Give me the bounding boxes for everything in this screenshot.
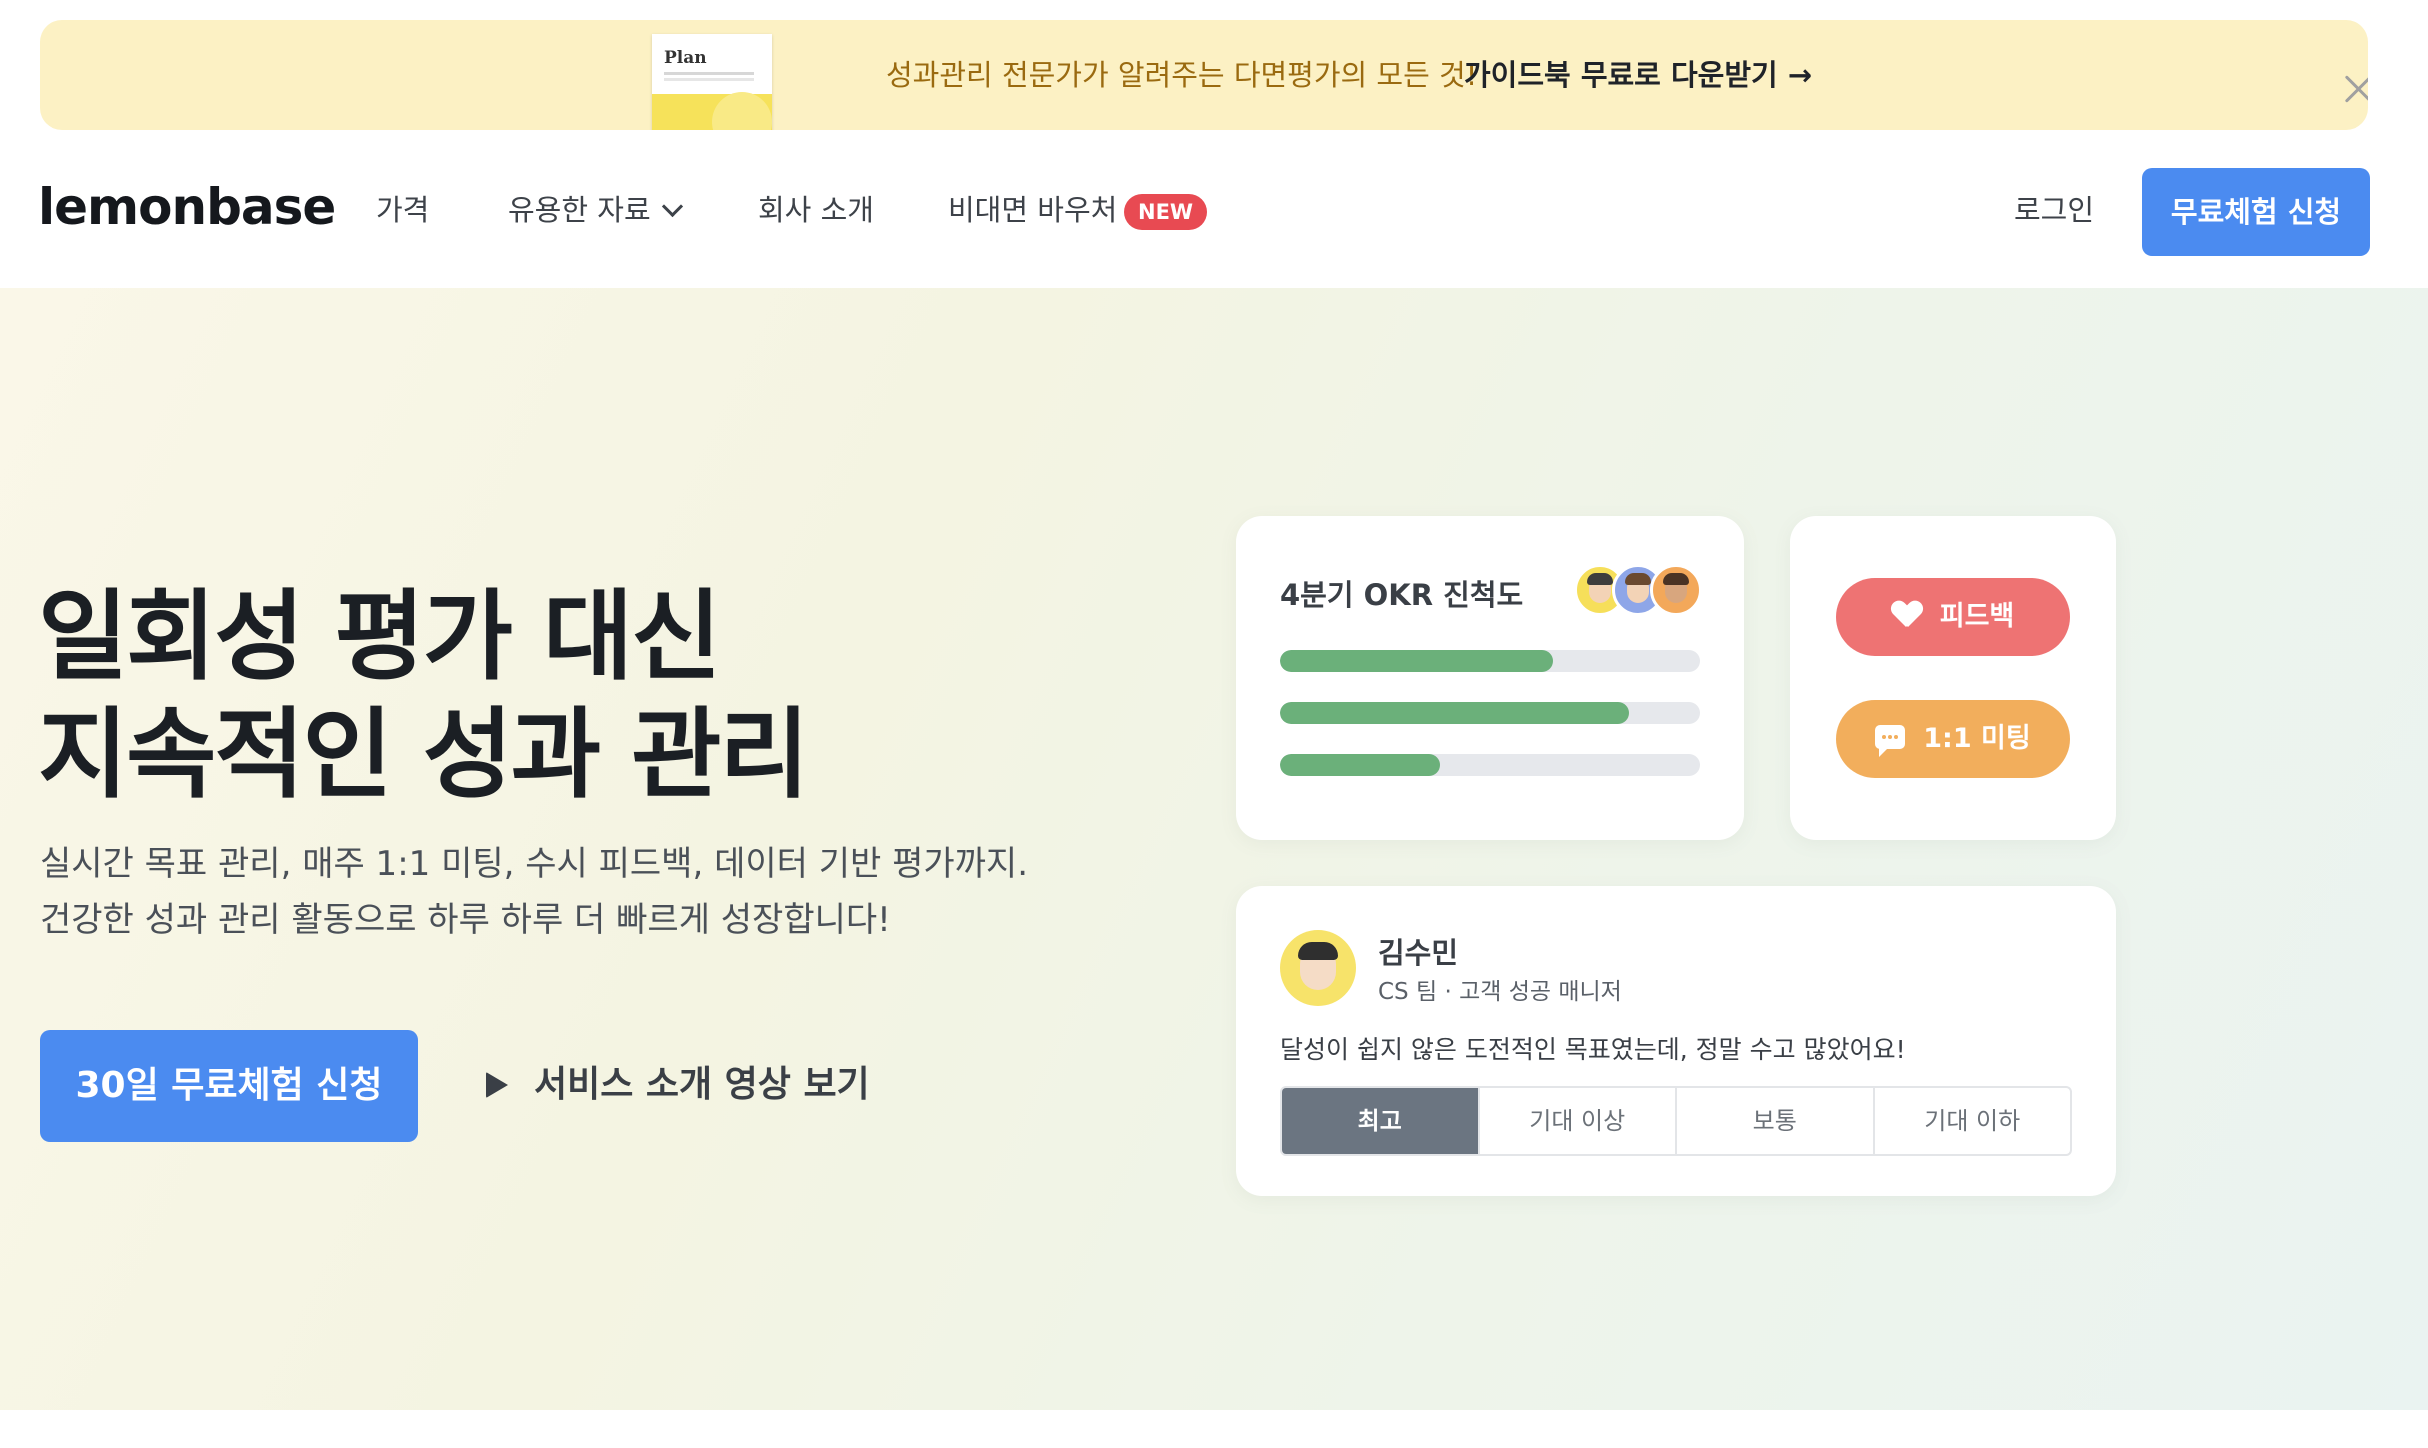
avatar-hair xyxy=(1298,942,1338,960)
video-link[interactable]: 서비스 소개 영상 보기 xyxy=(486,1060,870,1110)
nav-item-label: 회사 소개 xyxy=(758,193,874,227)
avatar xyxy=(1650,564,1702,616)
rating-option[interactable]: 기대 이하 xyxy=(1872,1088,2071,1154)
nav-item-about[interactable]: 회사 소개 xyxy=(758,190,874,230)
hero-subtitle: 실시간 목표 관리, 매주 1:1 미팅, 수시 피드백, 데이터 기반 평가까… xyxy=(40,836,1028,948)
heart-icon xyxy=(1892,601,1922,629)
free-trial-button[interactable]: 무료체험 신청 xyxy=(2142,168,2370,256)
okr-progress-fill xyxy=(1280,754,1440,776)
one-on-one-meeting-button[interactable]: 1:1 미팅 xyxy=(1836,700,2070,778)
nav-item-label: 유용한 자료 xyxy=(508,193,651,227)
hero-trial-button[interactable]: 30일 무료체험 신청 xyxy=(40,1030,418,1142)
guidebook-text-lines xyxy=(664,72,754,75)
banner-cta-link[interactable]: 가이드북 무료로 다운받기 → xyxy=(1464,56,1812,94)
promo-banner[interactable]: Plan 성과관리 전문가가 알려주는 다면평가의 모든 것! 가이드북 무료로… xyxy=(40,20,2368,130)
guidebook-thumbnail: Plan xyxy=(652,34,772,130)
okr-progress-bar xyxy=(1280,754,1700,776)
hero-title-line1: 일회성 평가 대신 xyxy=(38,580,721,694)
guidebook-title: Plan xyxy=(664,48,707,68)
chevron-down-icon xyxy=(661,195,683,218)
hero-section: 일회성 평가 대신 지속적인 성과 관리 실시간 목표 관리, 매주 1:1 미… xyxy=(0,288,2428,1410)
avatar-hair xyxy=(1625,573,1651,585)
hero-subtitle-line1: 실시간 목표 관리, 매주 1:1 미팅, 수시 피드백, 데이터 기반 평가까… xyxy=(40,844,1029,884)
rating-option[interactable]: 보통 xyxy=(1675,1088,1873,1154)
top-nav: lemonbase 가격 유용한 자료 회사 소개 비대면 바우처 NEW 로그… xyxy=(0,130,2428,288)
okr-progress-fill xyxy=(1280,702,1629,724)
avatar-hair xyxy=(1663,573,1689,585)
play-icon xyxy=(486,1072,508,1098)
review-card: 김수민 CS 팀 · 고객 성공 매니저 달성이 쉽지 않은 도전적인 목표였는… xyxy=(1236,886,2116,1196)
nav-item-label: 비대면 바우처 xyxy=(948,193,1118,227)
avatar-hair xyxy=(1587,573,1613,585)
video-link-label: 서비스 소개 영상 보기 xyxy=(534,1064,870,1105)
okr-progress-card: 4분기 OKR 진척도 xyxy=(1236,516,1744,840)
nav-item-label: 가격 xyxy=(376,193,430,227)
rating-option[interactable]: 기대 이상 xyxy=(1477,1088,1676,1154)
nav-item-voucher[interactable]: 비대면 바우처 xyxy=(948,190,1117,230)
okr-progress-bar xyxy=(1280,702,1700,724)
nav-item-pricing[interactable]: 가격 xyxy=(376,190,429,230)
hero-title-line2: 지속적인 성과 관리 xyxy=(38,698,810,812)
avatar-group xyxy=(1574,564,1704,616)
meeting-label: 1:1 미팅 xyxy=(1923,723,2031,754)
review-text: 달성이 쉽지 않은 도전적인 목표였는데, 정말 수고 많았어요! xyxy=(1280,1035,1906,1064)
login-link[interactable]: 로그인 xyxy=(2014,190,2094,230)
feedback-label: 피드백 xyxy=(1939,601,2015,632)
okr-progress-bar xyxy=(1280,650,1700,672)
rating-option[interactable]: 최고 xyxy=(1282,1088,1478,1154)
okr-card-title: 4분기 OKR 진척도 xyxy=(1280,578,1524,612)
rating-selector: 최고 기대 이상 보통 기대 이하 xyxy=(1280,1086,2072,1156)
reviewer-name: 김수민 xyxy=(1378,936,1459,970)
action-card: 피드백 1:1 미팅 xyxy=(1790,516,2116,840)
chat-dots xyxy=(1882,734,1887,739)
logo[interactable]: lemonbase xyxy=(38,178,336,236)
new-badge: NEW xyxy=(1124,194,1208,230)
close-icon[interactable] xyxy=(2342,72,2368,106)
reviewer-role: CS 팀 · 고객 성공 매니저 xyxy=(1378,979,1622,1005)
hero-subtitle-line2: 건강한 성과 관리 활동으로 하루 하루 더 빠르게 성장합니다! xyxy=(40,900,891,940)
avatar xyxy=(1280,930,1356,1006)
feedback-button[interactable]: 피드백 xyxy=(1836,578,2070,656)
okr-progress-fill xyxy=(1280,650,1553,672)
banner-message: 성과관리 전문가가 알려주는 다면평가의 모든 것! xyxy=(886,58,1478,92)
hero-title: 일회성 평가 대신 지속적인 성과 관리 xyxy=(38,578,810,814)
nav-item-resources[interactable]: 유용한 자료 xyxy=(508,190,683,230)
chat-icon xyxy=(1875,724,1906,757)
